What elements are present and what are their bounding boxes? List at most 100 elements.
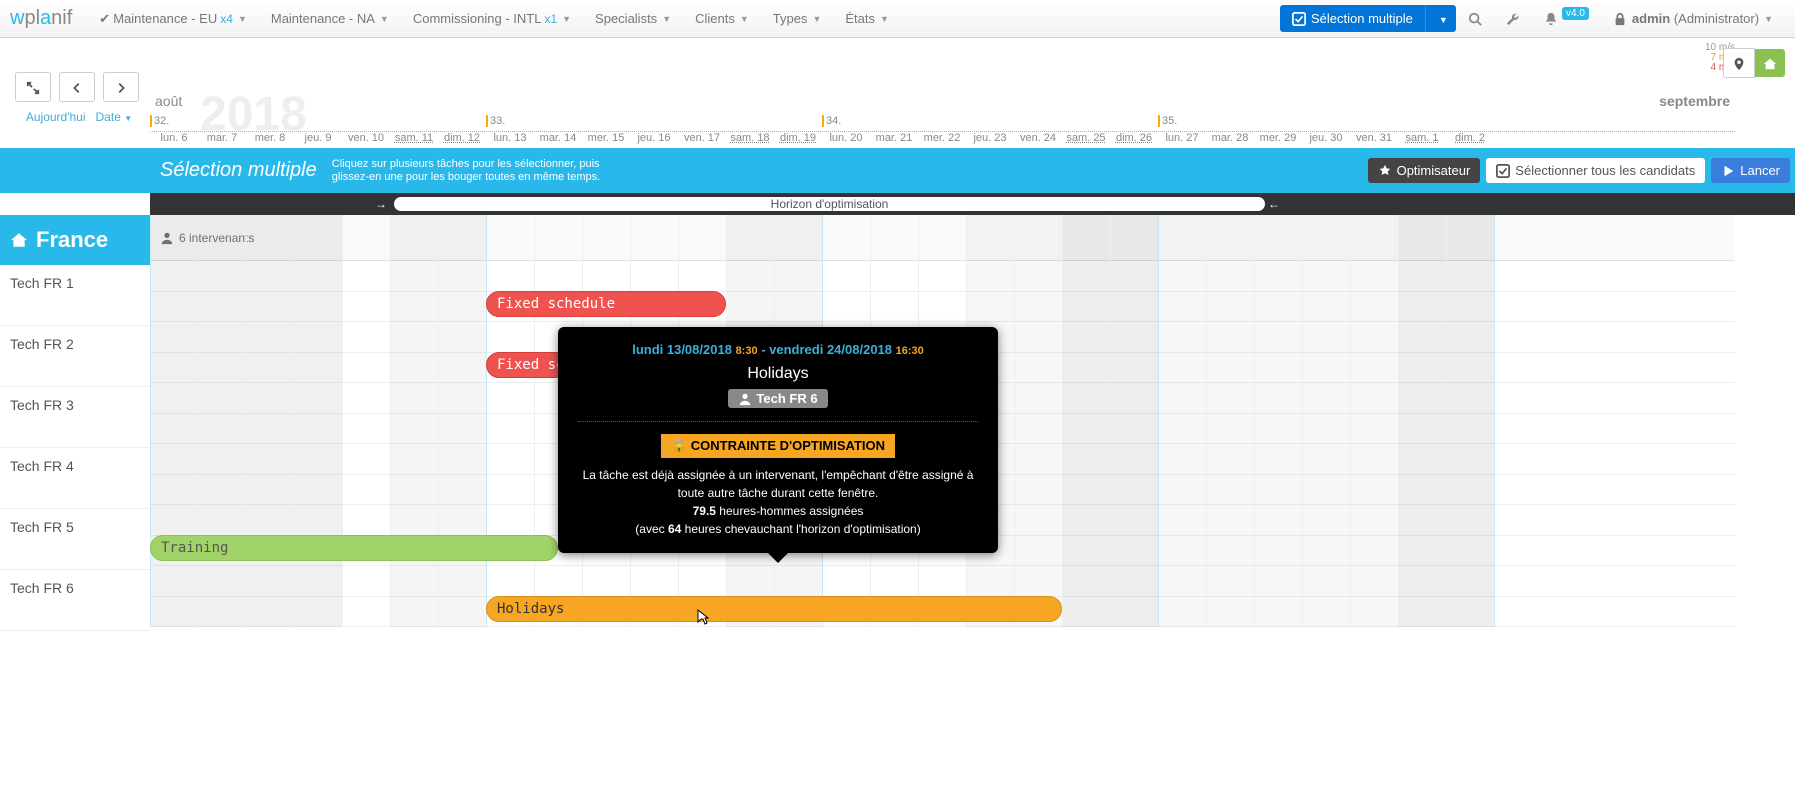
prev-button[interactable]: [59, 72, 95, 102]
today-link[interactable]: Aujourd'hui: [26, 110, 86, 124]
multi-select-hint: Cliquez sur plusieurs tâches pour les sé…: [332, 158, 600, 184]
day-label: mar. 14: [534, 132, 582, 144]
multi-select-icon: [1292, 12, 1306, 26]
row-label: Tech FR 3: [0, 387, 150, 448]
row-label: Tech FR 1: [0, 265, 150, 326]
task-orange[interactable]: Holidays: [486, 596, 1062, 622]
next-button[interactable]: [103, 72, 139, 102]
day-label: jeu. 16: [630, 132, 678, 144]
multi-select-dropdown[interactable]: ▼: [1426, 5, 1456, 32]
day-label: dim. 2: [1446, 132, 1494, 144]
optimiser-button[interactable]: Optimisateur: [1368, 158, 1481, 183]
notifications-button[interactable]: v4.0: [1532, 10, 1601, 27]
nav-item[interactable]: ✔ Maintenance - EU x4▼: [87, 0, 259, 38]
row-label: Tech FR 2: [0, 326, 150, 387]
horizon-right-handle[interactable]: ←: [1268, 197, 1280, 211]
expand-icon: [26, 81, 40, 95]
gridline: [390, 215, 391, 627]
multi-select-button[interactable]: Sélection multiple: [1280, 5, 1426, 32]
day-label: dim. 19: [774, 132, 822, 144]
day-label: dim. 12: [438, 132, 486, 144]
search-icon: [1468, 12, 1482, 26]
day-label: mer. 29: [1254, 132, 1302, 144]
gridline: [438, 215, 439, 627]
day-label: lun. 27: [1158, 132, 1206, 144]
gridline: [1014, 215, 1015, 627]
day-label: mer. 22: [918, 132, 966, 144]
chevron-left-icon: [70, 81, 84, 95]
day-label: ven. 10: [342, 132, 390, 144]
date-link[interactable]: Date ▼: [96, 110, 133, 124]
play-icon: [1721, 164, 1735, 178]
location-button[interactable]: [1723, 48, 1755, 78]
day-label: sam. 11: [390, 132, 438, 144]
select-all-button[interactable]: Sélectionner tous les candidats: [1486, 158, 1705, 183]
day-label: dim. 26: [1110, 132, 1158, 144]
gridline: [342, 215, 343, 627]
nav-item[interactable]: États▼: [833, 0, 901, 38]
tech-row: [150, 261, 1735, 322]
gridline: [294, 215, 295, 627]
pin-icon: [1732, 57, 1746, 71]
gridline: [1158, 215, 1159, 627]
day-label: lun. 13: [486, 132, 534, 144]
day-label: ven. 24: [1014, 132, 1062, 144]
navbar: wplanif ✔ Maintenance - EU x4▼Maintenanc…: [0, 0, 1795, 38]
row-label: Tech FR 5: [0, 509, 150, 570]
week-marker: 34.: [822, 115, 841, 127]
checkbox-icon: [1496, 164, 1510, 178]
day-label: lun. 20: [822, 132, 870, 144]
day-label: jeu. 23: [966, 132, 1014, 144]
bell-icon: [1544, 12, 1558, 26]
day-label: jeu. 30: [1302, 132, 1350, 144]
day-label: mer. 8: [246, 132, 294, 144]
gridline: [1206, 215, 1207, 627]
lock-icon: [1613, 12, 1627, 26]
nav-item[interactable]: Clients▼: [683, 0, 761, 38]
week-marker: 33.: [486, 115, 505, 127]
nav-item[interactable]: Specialists▼: [583, 0, 683, 38]
week-marker: 32.: [150, 115, 169, 127]
day-label: sam. 18: [726, 132, 774, 144]
day-label: jeu. 9: [294, 132, 342, 144]
task-green[interactable]: Training: [150, 535, 558, 561]
home-icon: [10, 231, 28, 249]
month-label-left: août: [155, 93, 182, 109]
nav-item[interactable]: Commissioning - INTL x1▼: [401, 0, 583, 38]
nav-item[interactable]: Maintenance - NA▼: [259, 0, 401, 38]
timeline-toolbar: Aujourd'hui Date ▼ 2018 août septembre 3…: [0, 38, 1795, 148]
home-button[interactable]: [1755, 49, 1785, 77]
search-button[interactable]: [1456, 10, 1494, 27]
user-menu[interactable]: admin (Administrator) ▼: [1601, 0, 1785, 38]
logo: wplanif: [10, 7, 72, 30]
horizon-bar: → Horizon d'optimisation ←: [150, 193, 1795, 215]
expand-button[interactable]: [15, 72, 51, 102]
gridline: [1302, 215, 1303, 627]
week-marker: 35.: [1158, 115, 1177, 127]
horizon-slider[interactable]: Horizon d'optimisation: [394, 197, 1265, 211]
gridline: [1398, 215, 1399, 627]
day-label: ven. 31: [1350, 132, 1398, 144]
month-label-right: septembre: [1659, 93, 1730, 109]
task-tooltip: lundi 13/08/2018 8:30 - vendredi 24/08/2…: [558, 327, 998, 553]
gridline: [1494, 215, 1495, 627]
day-label: ven. 17: [678, 132, 726, 144]
day-label: mar. 21: [870, 132, 918, 144]
gridline: [1254, 215, 1255, 627]
day-label: mar. 7: [198, 132, 246, 144]
launch-button[interactable]: Lancer: [1711, 158, 1790, 183]
gridline: [1446, 215, 1447, 627]
gridline: [534, 215, 535, 627]
wrench-icon: [1506, 12, 1520, 26]
multi-select-title: Sélection multiple: [160, 159, 317, 182]
settings-button[interactable]: [1494, 10, 1532, 27]
horizon-left-handle[interactable]: →: [375, 197, 387, 211]
nav-item[interactable]: Types▼: [761, 0, 834, 38]
day-label: lun. 6: [150, 132, 198, 144]
assignee-badge: Tech FR 6: [728, 389, 827, 408]
group-header[interactable]: France: [0, 215, 150, 265]
gridline: [246, 215, 247, 627]
row-label: Tech FR 6: [0, 570, 150, 631]
task-red[interactable]: Fixed schedule: [486, 291, 726, 317]
horizon-label: Horizon d'optimisation: [771, 197, 889, 211]
